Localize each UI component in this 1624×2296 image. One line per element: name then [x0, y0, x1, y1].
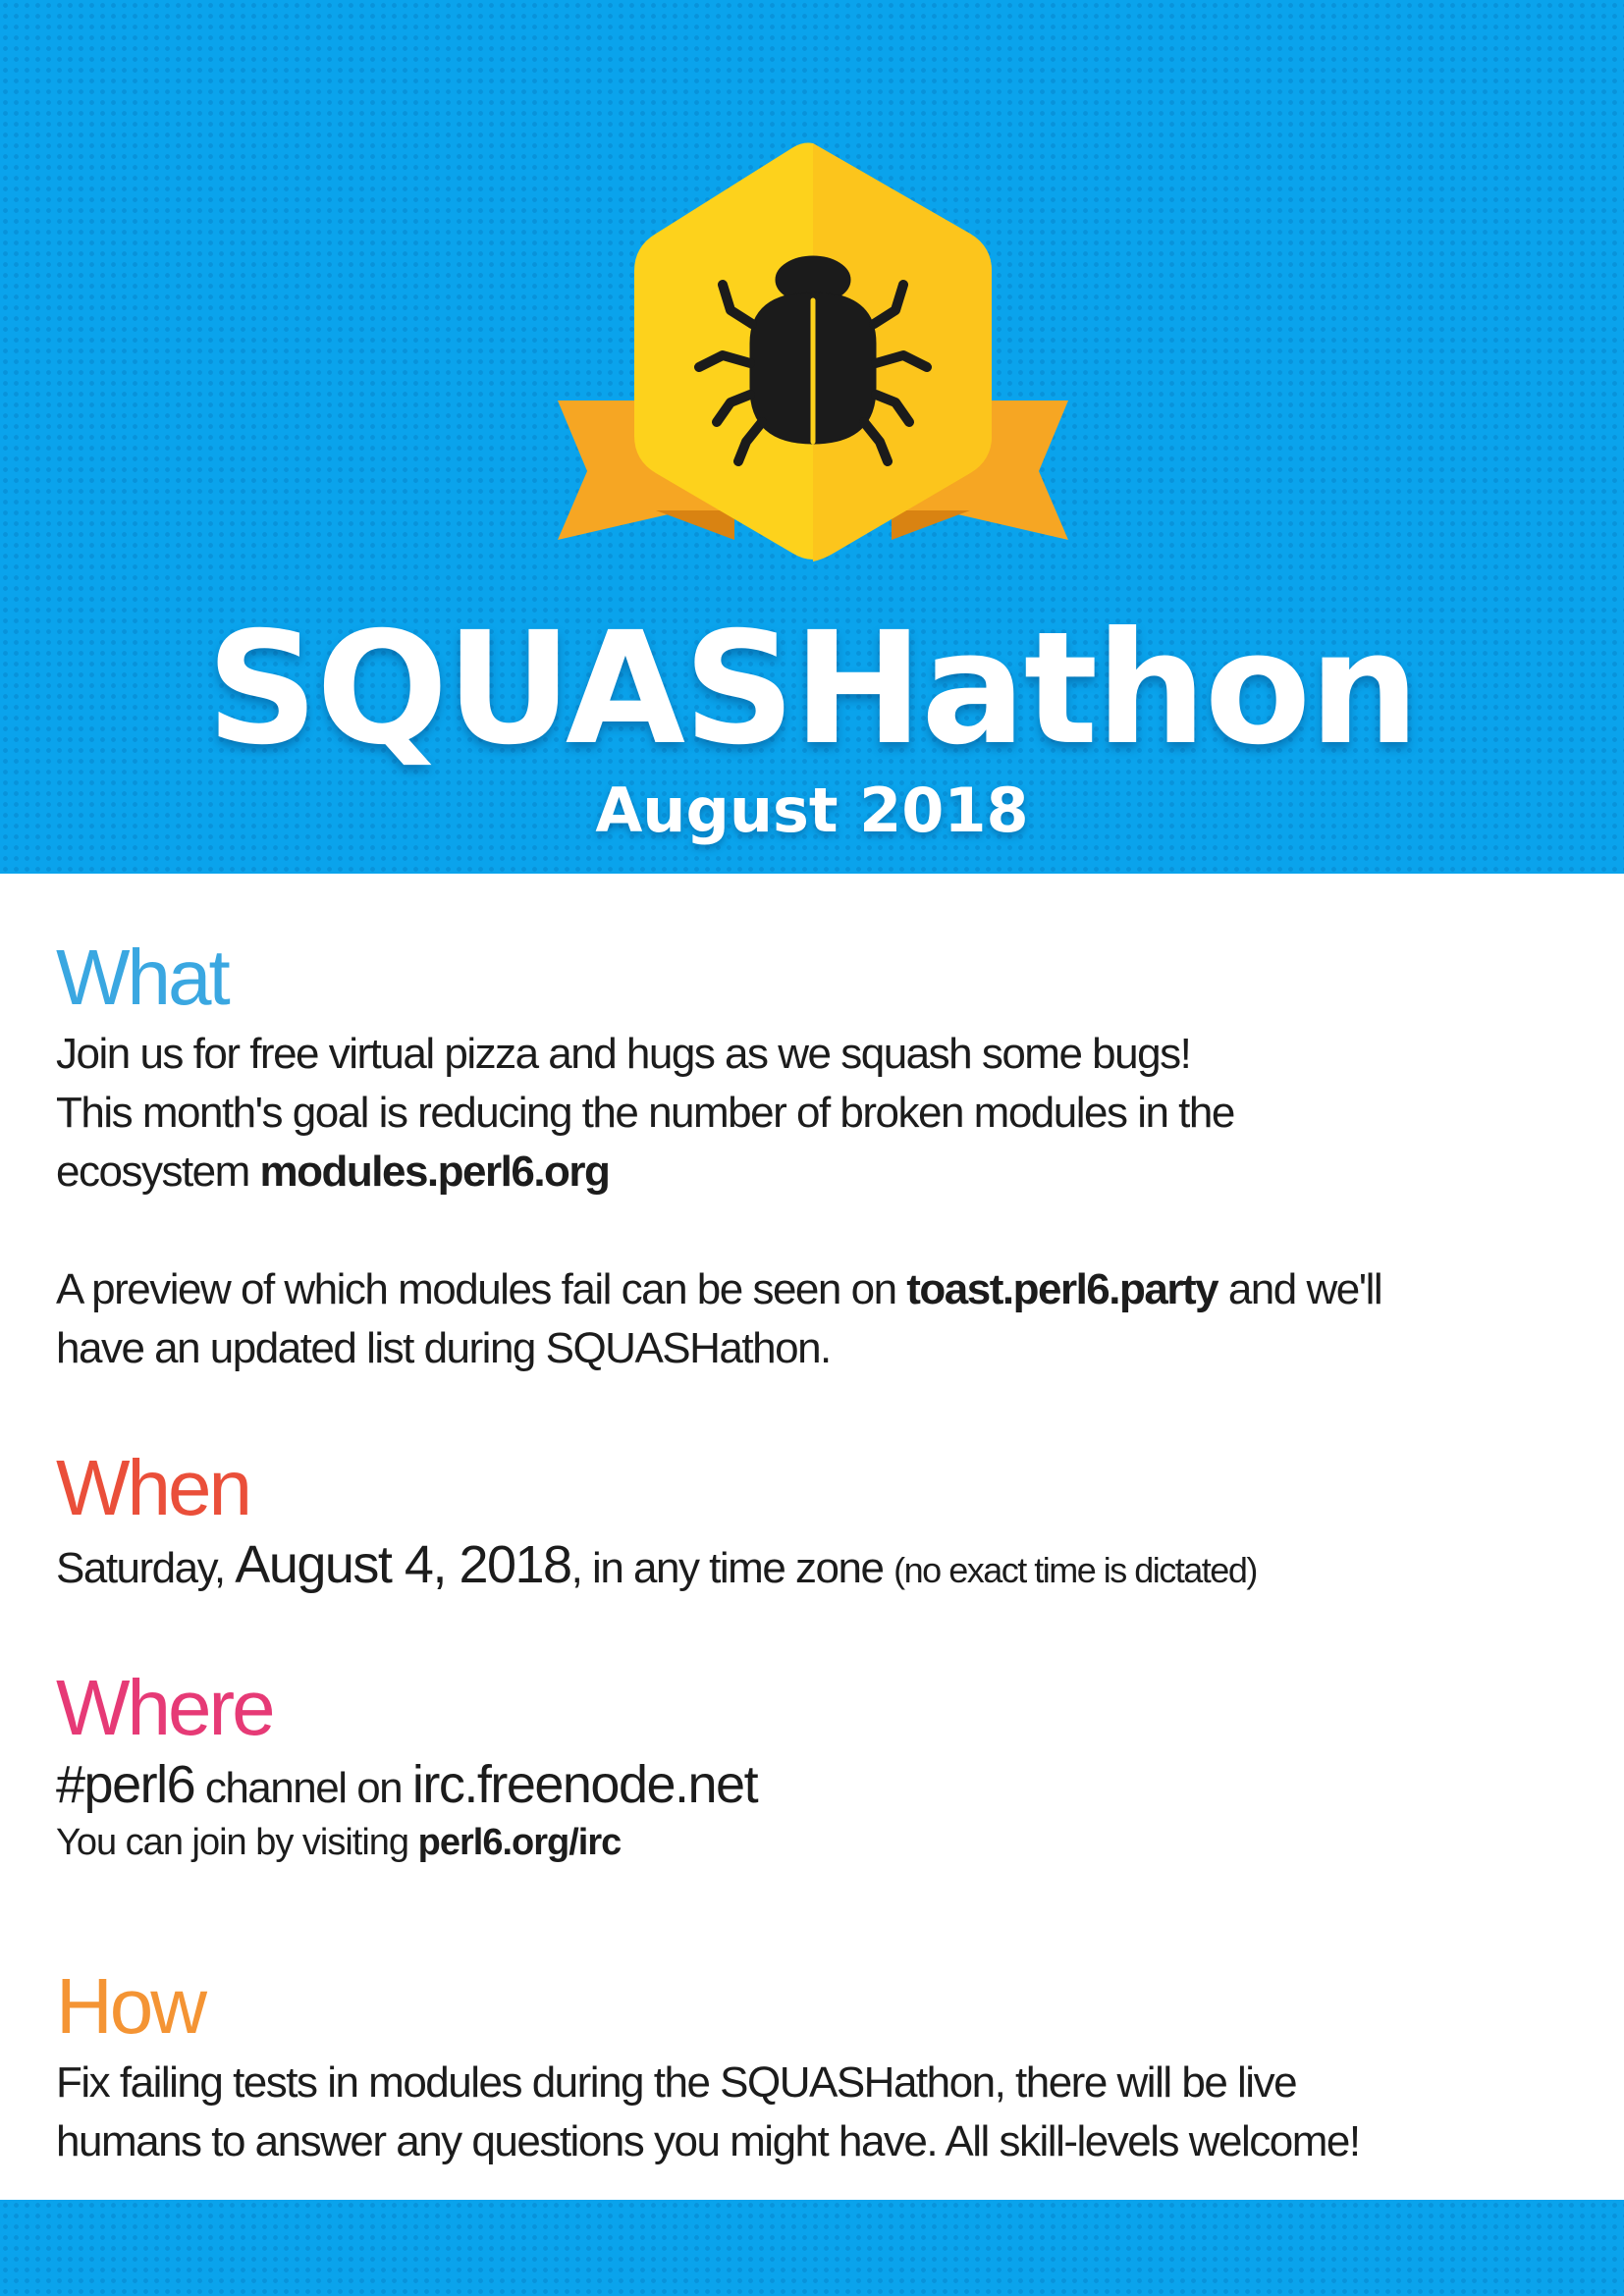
irc-channel: #perl6 — [56, 1755, 196, 1814]
section-where: Where #perl6 channel on irc.freenode.net… — [56, 1661, 1588, 1867]
what-paragraph-2-line-2: have an updated list during SQUASHathon. — [56, 1324, 832, 1372]
how-heading: How — [56, 1962, 207, 2050]
where-join-prefix: You can join by visiting — [56, 1822, 418, 1863]
what-line-3-prefix: ecosystem — [56, 1148, 260, 1196]
event-title: SQUASHathon — [206, 599, 1420, 779]
when-date: August 4, 2018 — [235, 1535, 572, 1594]
section-when: When Saturday, August 4, 2018, in any ti… — [56, 1441, 1588, 1600]
event-subtitle: August 2018 — [595, 774, 1029, 846]
what-para2-suffix: and we'll — [1218, 1265, 1383, 1313]
bug-badge-icon — [558, 142, 1068, 561]
how-line-1: Fix failing tests in modules during the … — [56, 2058, 1298, 2107]
where-channel-mid: channel on — [194, 1764, 412, 1812]
what-paragraph-2-line-1: A preview of which modules fail can be s… — [56, 1260, 1588, 1319]
what-line-3: ecosystem modules.perl6.org — [56, 1143, 1588, 1201]
irc-server: irc.freenode.net — [411, 1755, 759, 1814]
what-line-2: This month's goal is reducing the number… — [56, 1089, 1235, 1137]
where-heading: Where — [56, 1664, 276, 1751]
footer-band — [0, 2200, 1624, 2296]
when-day: Saturday, — [56, 1544, 236, 1592]
header-banner: SQUASHathon August 2018 — [0, 0, 1624, 874]
what-heading: What — [56, 934, 231, 1021]
what-para2-prefix: A preview of which modules fail can be s… — [56, 1265, 907, 1313]
where-channel-line: #perl6 channel on irc.freenode.net — [56, 1755, 1588, 1818]
toast-link[interactable]: toast.perl6.party — [906, 1265, 1218, 1313]
when-details: Saturday, August 4, 2018, in any time zo… — [56, 1535, 1588, 1600]
section-how: How Fix failing tests in modules during … — [56, 1959, 1588, 2171]
modules-link[interactable]: modules.perl6.org — [260, 1148, 611, 1196]
when-heading: When — [56, 1444, 252, 1531]
irc-join-link[interactable]: perl6.org/irc — [418, 1822, 623, 1863]
section-what: What Join us for free virtual pizza and … — [56, 931, 1588, 1378]
when-timezone: , in any time zone — [570, 1544, 894, 1592]
when-note: (no exact time is dictated) — [893, 1550, 1258, 1590]
how-line-2: humans to answer any questions you might… — [56, 2117, 1361, 2165]
where-join-line: You can join by visiting perl6.org/irc — [56, 1818, 1588, 1867]
what-line-1: Join us for free virtual pizza and hugs … — [56, 1030, 1192, 1078]
